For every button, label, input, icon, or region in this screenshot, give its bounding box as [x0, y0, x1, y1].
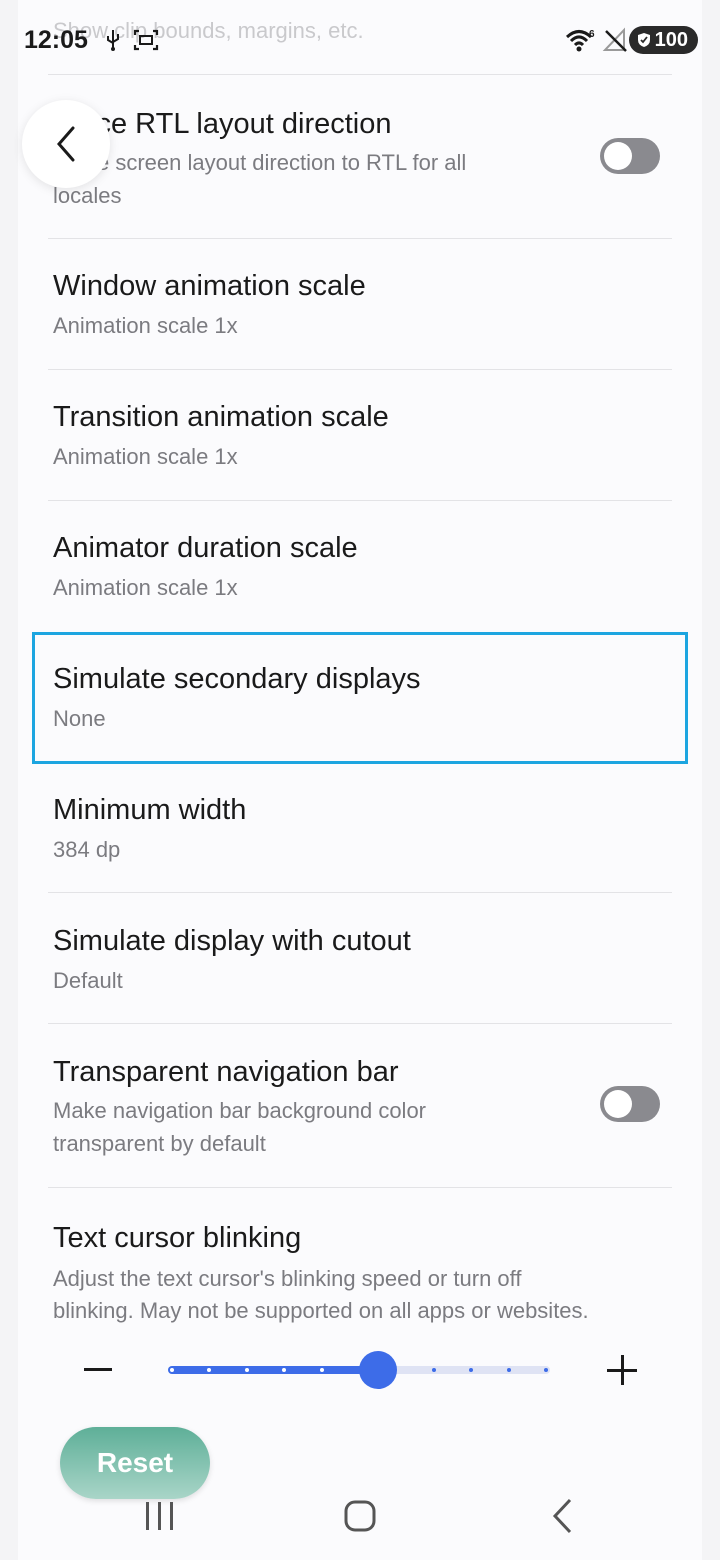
setting-simulate-secondary-displays[interactable]: Simulate secondary displays None: [34, 657, 684, 757]
setting-subtitle-line-1: Force screen layout direction to RTL for…: [53, 150, 467, 175]
setting-subtitle: Animation scale 1x: [53, 444, 238, 469]
setting-title: Transition animation scale: [53, 401, 389, 433]
divider: [48, 238, 672, 239]
setting-subtitle: Animation scale 1x: [53, 575, 238, 600]
setting-title: Minimum width: [53, 794, 247, 826]
setting-subtitle-line-1: Make navigation bar background color: [53, 1098, 427, 1123]
screenshot-icon: [133, 29, 159, 51]
transparent-nav-toggle[interactable]: [600, 1086, 660, 1122]
navigation-bar: [146, 1498, 572, 1534]
setting-subtitle-line-2: blinking. May not be supported on all ap…: [53, 1298, 589, 1323]
slider-tick: [245, 1368, 249, 1372]
battery-indicator: 100: [628, 26, 698, 54]
setting-subtitle: Default: [53, 968, 123, 993]
setting-title: Transparent navigation bar: [53, 1056, 399, 1088]
setting-subtitle-line-1: Adjust the text cursor's blinking speed …: [53, 1266, 522, 1291]
slider-tick: [507, 1368, 511, 1372]
divider: [48, 892, 672, 893]
status-bar: 12:05 6 100: [0, 0, 720, 80]
reset-button[interactable]: Reset: [60, 1427, 210, 1499]
decrease-icon[interactable]: [84, 1368, 112, 1371]
setting-title: Animator duration scale: [53, 532, 358, 564]
no-signal-icon: [602, 27, 627, 52]
divider: [48, 74, 672, 75]
setting-transparent-navigation-bar[interactable]: Transparent navigation bar Make navigati…: [34, 1050, 684, 1180]
setting-title: Simulate display with cutout: [53, 925, 411, 957]
slider-fill: [168, 1366, 378, 1374]
home-icon[interactable]: [344, 1500, 376, 1532]
setting-simulate-display-cutout[interactable]: Simulate display with cutout Default: [34, 919, 684, 1019]
cursor-blink-slider[interactable]: [168, 1351, 550, 1389]
back-button[interactable]: [22, 100, 110, 188]
wifi-icon: 6: [565, 29, 595, 52]
recents-icon[interactable]: [146, 1502, 173, 1530]
setting-subtitle-line-2: transparent by default: [53, 1131, 266, 1156]
status-time: 12:05: [24, 26, 88, 54]
svg-text:6: 6: [589, 29, 595, 40]
slider-tick: [207, 1368, 211, 1372]
slider-tick: [469, 1368, 473, 1372]
increase-icon-vertical: [621, 1355, 624, 1385]
setting-title: Window animation scale: [53, 270, 366, 302]
chevron-left-icon: [57, 126, 75, 162]
battery-level: 100: [654, 28, 688, 51]
divider: [48, 1187, 672, 1188]
usb-icon: [107, 30, 119, 51]
setting-minimum-width[interactable]: Minimum width 384 dp: [34, 788, 684, 888]
slider-tick: [320, 1368, 324, 1372]
setting-window-animation-scale[interactable]: Window animation scale Animation scale 1…: [34, 264, 684, 364]
back-nav-icon[interactable]: [552, 1498, 572, 1534]
setting-subtitle: Animation scale 1x: [53, 313, 238, 338]
slider-tick: [432, 1368, 436, 1372]
divider: [48, 1023, 672, 1024]
slider-tick: [170, 1368, 174, 1372]
setting-transition-animation-scale[interactable]: Transition animation scale Animation sca…: [34, 395, 684, 495]
setting-title: Simulate secondary displays: [53, 663, 421, 695]
battery-shield-icon: [637, 33, 650, 47]
divider: [48, 369, 672, 370]
slider-tick: [282, 1368, 286, 1372]
setting-subtitle: None: [53, 706, 106, 731]
setting-title: Text cursor blinking: [53, 1222, 302, 1254]
force-rtl-toggle[interactable]: [600, 138, 660, 174]
slider-tick: [544, 1368, 548, 1372]
setting-force-rtl[interactable]: Force RTL layout direction Force screen …: [34, 100, 684, 230]
setting-text-cursor-blinking: Text cursor blinking Adjust the text cur…: [34, 1216, 684, 1326]
divider: [48, 500, 672, 501]
setting-subtitle: 384 dp: [53, 837, 121, 862]
slider-thumb[interactable]: [359, 1351, 397, 1389]
setting-animator-duration-scale[interactable]: Animator duration scale Animation scale …: [34, 526, 684, 626]
